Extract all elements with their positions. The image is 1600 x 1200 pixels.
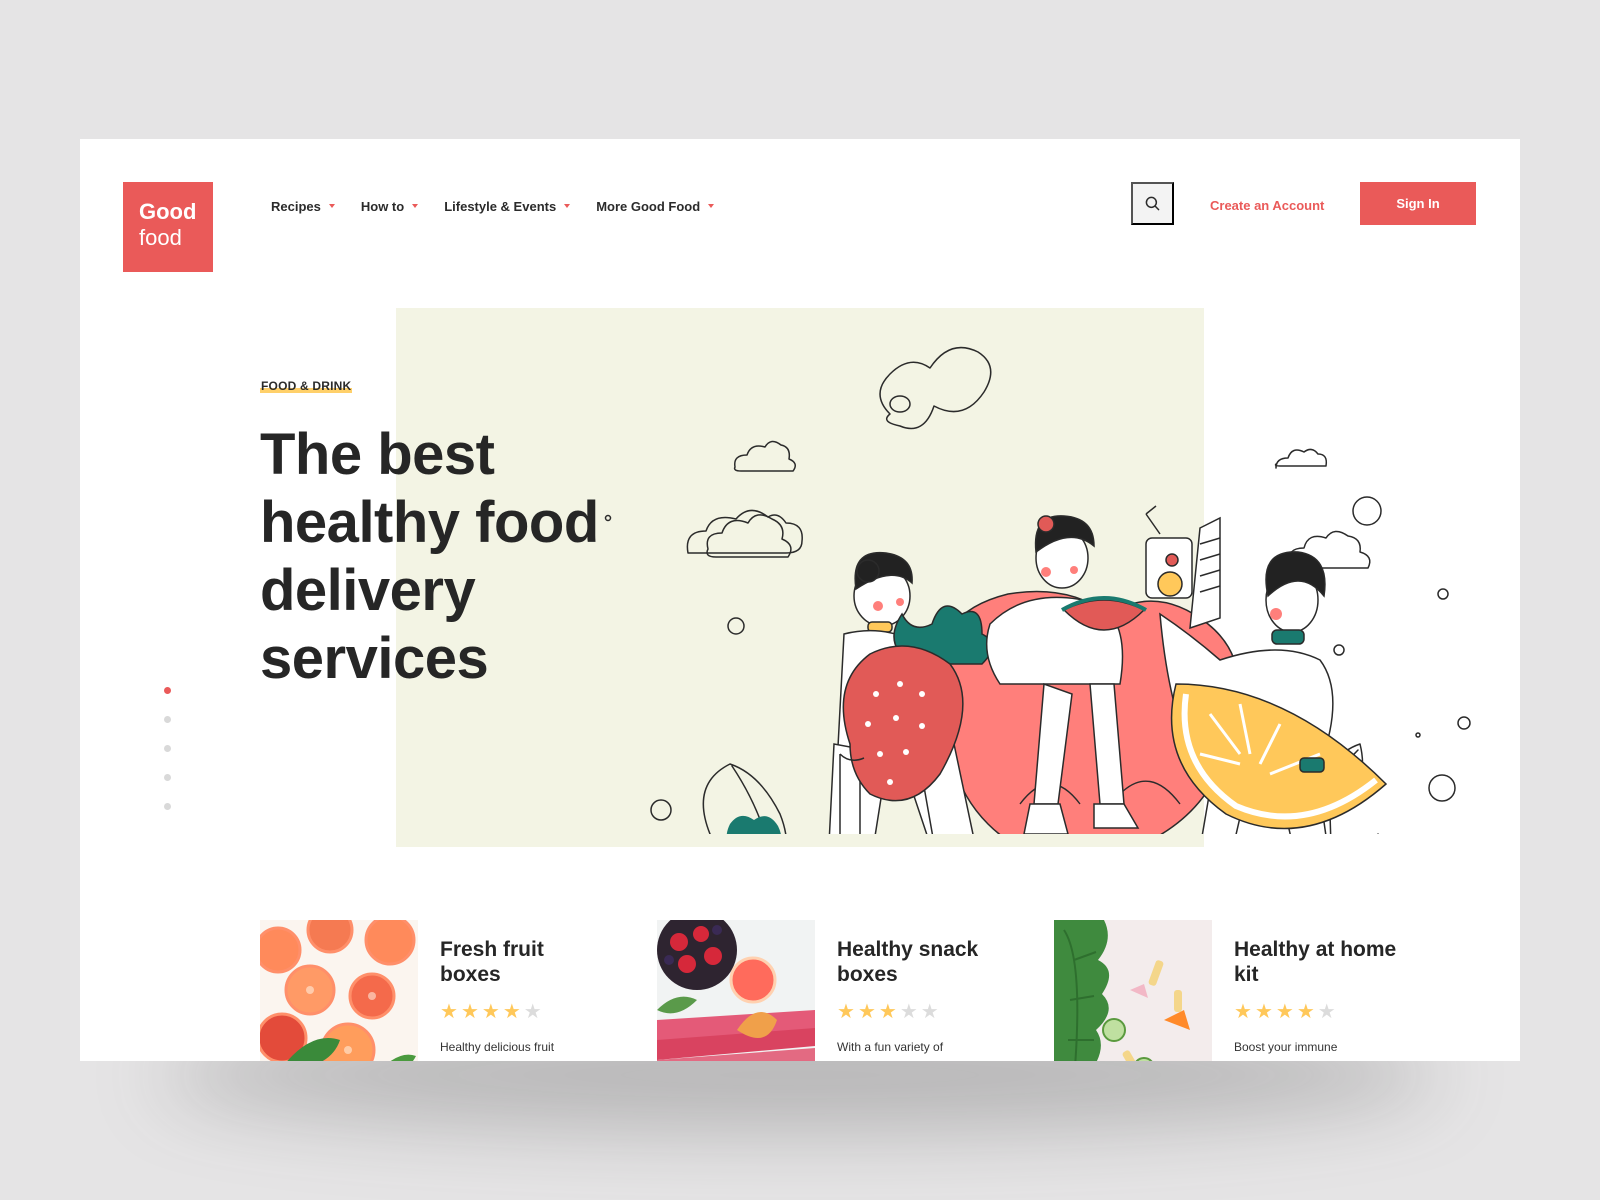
product-card-fruit-boxes[interactable]: Fresh fruit boxes ★ ★ ★ ★ ★ Healthy deli… bbox=[260, 920, 630, 1061]
card-title: Fresh fruit boxes bbox=[440, 938, 544, 986]
caret-down-icon bbox=[564, 204, 571, 208]
bubble-decoration bbox=[604, 514, 612, 522]
rating-stars: ★ ★ ★ ★ ★ bbox=[837, 1002, 939, 1022]
bubble-decoration bbox=[1428, 774, 1456, 802]
star-icon: ★ bbox=[440, 1001, 458, 1023]
rating-stars: ★ ★ ★ ★ ★ bbox=[440, 1002, 542, 1022]
cloud-icon bbox=[1274, 448, 1328, 469]
bubble-decoration bbox=[1457, 716, 1471, 730]
nav-item-how-to[interactable]: How to bbox=[360, 196, 419, 216]
product-card-home-kit[interactable]: Healthy at home kit ★ ★ ★ ★ ★ Boost your… bbox=[1054, 920, 1424, 1061]
bubble-decoration bbox=[727, 617, 745, 635]
star-icon: ★ bbox=[460, 1001, 479, 1023]
bubble-decoration bbox=[1415, 732, 1421, 738]
swirl-decoration bbox=[879, 346, 992, 430]
card-description: Boost your immune bbox=[1234, 1040, 1338, 1054]
nav-item-label: More Good Food bbox=[596, 198, 701, 214]
star-icon: ★ bbox=[899, 1001, 918, 1023]
card-title: Healthy at home kit bbox=[1234, 938, 1397, 986]
sign-in-button[interactable]: Sign In bbox=[1360, 182, 1476, 225]
brand-logo-line2: food bbox=[139, 225, 182, 250]
cloud-icon bbox=[733, 440, 796, 472]
nav-item-lifestyle-events[interactable]: Lifestyle & Events bbox=[444, 196, 571, 216]
nav-item-recipes[interactable]: Recipes bbox=[271, 196, 335, 216]
slide-indicator bbox=[164, 687, 171, 832]
slide-dot[interactable] bbox=[164, 745, 171, 752]
cloud-icon bbox=[706, 514, 792, 558]
star-icon: ★ bbox=[1317, 1001, 1336, 1023]
rating-stars: ★ ★ ★ ★ ★ bbox=[1234, 1002, 1336, 1022]
slide-dot[interactable] bbox=[164, 716, 171, 723]
star-icon: ★ bbox=[837, 1001, 855, 1023]
star-icon: ★ bbox=[1296, 1001, 1315, 1023]
nav-item-more-good-food[interactable]: More Good Food bbox=[596, 196, 715, 216]
slide-dot[interactable] bbox=[164, 774, 171, 781]
star-icon: ★ bbox=[920, 1001, 939, 1023]
slide-dot[interactable] bbox=[164, 803, 171, 810]
category-tag[interactable]: FOOD & DRINK bbox=[260, 379, 353, 393]
bubble-decoration bbox=[1437, 588, 1449, 600]
caret-down-icon bbox=[412, 204, 419, 208]
slide-dot-active[interactable] bbox=[164, 687, 171, 694]
citrus-slices-photo[interactable] bbox=[260, 920, 418, 1061]
product-card-snack-boxes[interactable]: Healthy snack boxes ★ ★ ★ ★ ★ With a fun… bbox=[657, 920, 1027, 1061]
star-icon: ★ bbox=[1275, 1001, 1294, 1023]
star-icon: ★ bbox=[1254, 1001, 1273, 1023]
bubble-decoration bbox=[1352, 496, 1382, 526]
kale-cucumber-photo[interactable] bbox=[1054, 920, 1212, 1061]
search-icon bbox=[1145, 196, 1160, 211]
cloud-icon bbox=[686, 509, 803, 554]
hero-headline: The best healthy food delivery services bbox=[260, 422, 599, 691]
browser-frame: Good food Recipes How to Lifestyle & Eve… bbox=[80, 139, 1520, 1061]
caret-down-icon bbox=[328, 204, 335, 208]
nav-item-label: How to bbox=[360, 198, 405, 214]
berries-rhubarb-photo[interactable] bbox=[657, 920, 815, 1061]
bubble-decoration bbox=[650, 799, 672, 821]
nav-item-label: Lifestyle & Events bbox=[444, 198, 557, 214]
star-icon: ★ bbox=[502, 1001, 521, 1023]
card-description: With a fun variety of bbox=[837, 1040, 944, 1054]
star-icon: ★ bbox=[1234, 1001, 1252, 1023]
teal-leaf-decoration bbox=[726, 815, 781, 834]
brand-logo-line1: Good bbox=[139, 199, 197, 224]
bubble-decoration bbox=[889, 395, 911, 413]
nav-item-label: Recipes bbox=[271, 198, 321, 214]
card-title: Healthy snack boxes bbox=[837, 938, 979, 986]
hero-illustration bbox=[604, 346, 1471, 834]
card-description: Healthy delicious fruit bbox=[440, 1040, 555, 1054]
bubble-decoration bbox=[1333, 644, 1345, 656]
star-icon: ★ bbox=[857, 1001, 876, 1023]
caret-down-icon bbox=[708, 204, 715, 208]
star-icon: ★ bbox=[523, 1001, 542, 1023]
search-button[interactable] bbox=[1131, 182, 1174, 225]
star-icon: ★ bbox=[878, 1001, 897, 1023]
brand-logo[interactable]: Good food bbox=[123, 182, 213, 272]
create-account-link[interactable]: Create an Account bbox=[1210, 196, 1324, 216]
main-nav: Recipes How to Lifestyle & Events More G… bbox=[271, 196, 740, 216]
star-icon: ★ bbox=[481, 1001, 500, 1023]
